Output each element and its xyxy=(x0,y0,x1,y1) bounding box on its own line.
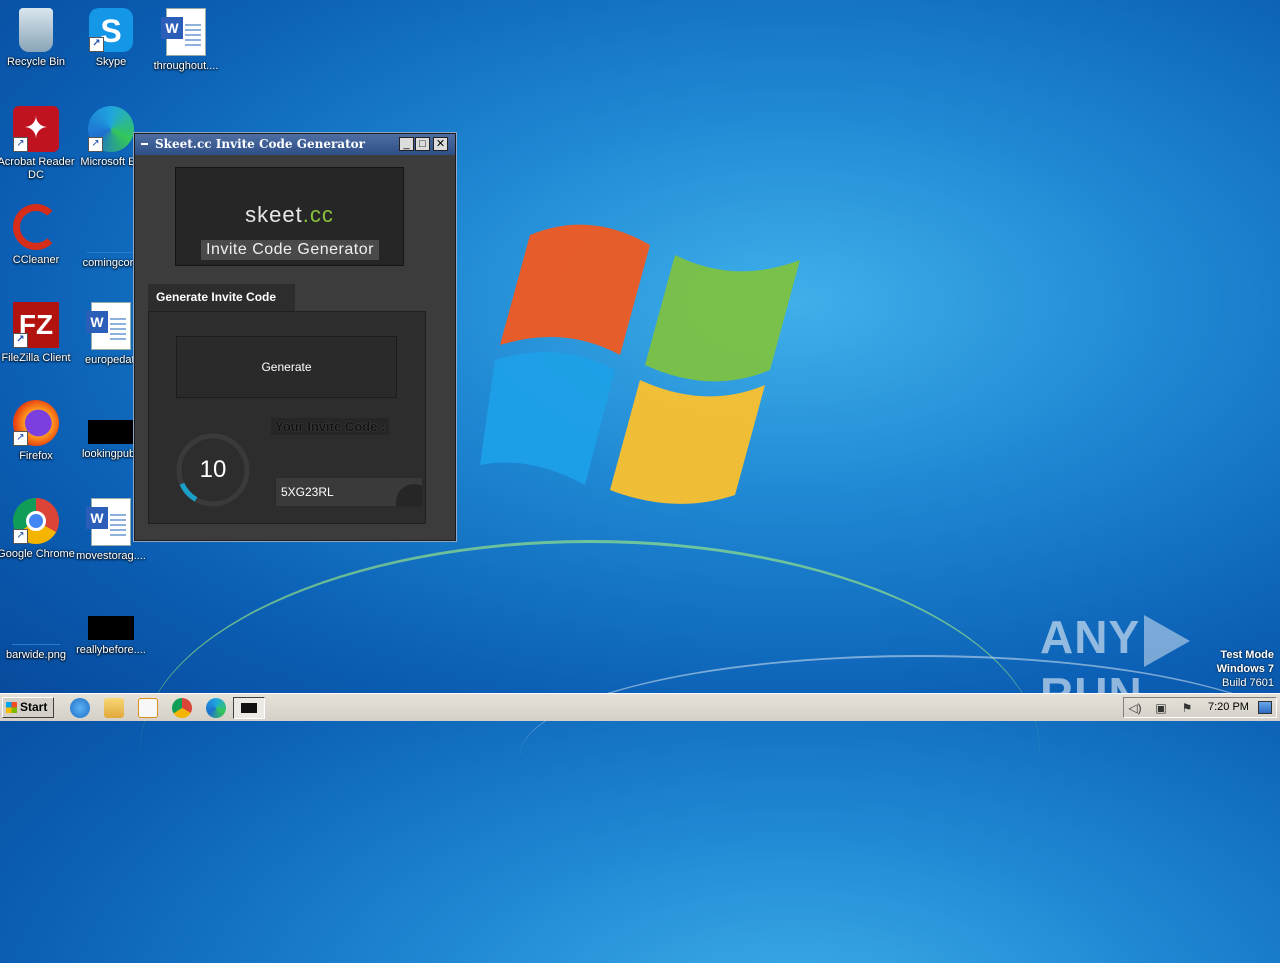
generate-button[interactable]: Generate xyxy=(176,336,397,398)
play-icon xyxy=(1144,614,1191,667)
desktop-icon-label: Recycle Bin xyxy=(6,56,66,68)
generate-panel: Generate Your Invite Code : 10 5XG23RL xyxy=(148,311,426,524)
chrome-icon[interactable] xyxy=(172,698,192,718)
internet-explorer-icon[interactable] xyxy=(70,698,90,718)
desktop-icon-word-doc-1[interactable]: W throughout.... xyxy=(147,8,225,73)
desktop-icon-firefox[interactable]: ↗ Firefox xyxy=(0,400,75,463)
image-file-icon xyxy=(12,640,60,645)
test-mode-line2: Windows 7 xyxy=(1216,663,1274,675)
desktop-icon-label: movestorag.... xyxy=(76,550,146,562)
shortcut-arrow-icon: ↗ xyxy=(13,333,28,348)
firefox-icon: ↗ xyxy=(13,400,59,446)
desktop-icon-chrome[interactable]: ↗ Google Chrome xyxy=(0,498,75,561)
shortcut-arrow-icon: ↗ xyxy=(89,37,104,52)
chrome-icon: ↗ xyxy=(13,498,59,544)
invite-code-label: Your Invite Code : xyxy=(271,418,390,435)
test-mode-line1: Test Mode xyxy=(1220,649,1274,661)
folder-icon[interactable] xyxy=(104,698,124,718)
volume-icon[interactable]: ◁) xyxy=(1128,701,1142,715)
desktop-icon-skype[interactable]: S ↗ Skype xyxy=(72,8,150,69)
word-document-icon: W xyxy=(161,8,206,56)
invite-code-field[interactable]: 5XG23RL xyxy=(275,477,423,507)
test-mode-notice: Test Mode Windows 7 Build 7601 xyxy=(1217,648,1274,690)
logo-wordmark: skeet.cc xyxy=(176,202,403,228)
logo-subtitle: Invite Code Generator xyxy=(201,240,379,260)
clock[interactable]: 7:20 PM xyxy=(1208,701,1249,713)
shortcut-arrow-icon: ↗ xyxy=(13,529,28,544)
system-menu-icon[interactable] xyxy=(141,143,148,145)
window-titlebar[interactable]: Skeet.cc Invite Code Generator _ □ ✕ xyxy=(135,134,455,155)
desktop-icon-label: CCleaner xyxy=(12,254,60,266)
desktop-icon-barwide[interactable]: barwide.png xyxy=(0,596,75,662)
desktop-icon-ccleaner[interactable]: CCleaner xyxy=(0,204,75,267)
acrobat-icon: ✦ ↗ xyxy=(13,106,59,152)
start-label: Start xyxy=(20,700,48,714)
test-mode-line3: Build 7601 xyxy=(1222,677,1274,689)
skype-icon: S ↗ xyxy=(89,8,133,52)
desktop-icon-label: Skype xyxy=(95,56,127,68)
field-corner-decoration xyxy=(396,484,422,506)
desktop-icon-acrobat[interactable]: ✦ ↗ Acrobat Reader DC xyxy=(0,106,75,182)
show-desktop-icon[interactable] xyxy=(1258,701,1272,714)
close-button[interactable]: ✕ xyxy=(433,137,448,151)
filezilla-icon: FZ ↗ xyxy=(13,302,59,348)
desktop-icon-label: barwide.png xyxy=(6,649,66,661)
desktop-icon-label: Firefox xyxy=(19,450,53,462)
black-file-icon xyxy=(88,616,134,640)
console-window-icon[interactable] xyxy=(233,697,265,719)
taskbar: Start ◁) ▣ ⚑ 7:20 PM xyxy=(0,693,1280,721)
word-document-icon: W xyxy=(86,498,131,546)
start-button[interactable]: Start xyxy=(2,697,54,718)
tab-generate-invite-code[interactable]: Generate Invite Code xyxy=(148,284,295,311)
file-icon xyxy=(87,248,135,253)
logo-banner: skeet.cc Invite Code Generator xyxy=(175,167,404,266)
watermark-text-left: ANY xyxy=(1040,611,1141,663)
shortcut-arrow-icon: ↗ xyxy=(88,137,103,152)
windows-flag-icon xyxy=(6,702,17,713)
desktop-icon-recycle-bin[interactable]: Recycle Bin xyxy=(0,8,75,69)
black-file-icon xyxy=(88,420,134,444)
edge-icon[interactable] xyxy=(206,698,226,718)
desktop-icon-label: throughout.... xyxy=(153,60,219,72)
word-document-icon: W xyxy=(86,302,131,350)
recycle-bin-icon xyxy=(19,8,53,52)
desktop-icon-filezilla[interactable]: FZ ↗ FileZilla Client xyxy=(0,302,75,365)
ccleaner-icon xyxy=(13,204,59,250)
gauge-value: 10 xyxy=(199,456,227,483)
shortcut-arrow-icon: ↗ xyxy=(13,137,28,152)
desktop-icon-label: Google Chrome xyxy=(0,548,75,560)
logo-brand: skeet xyxy=(245,202,303,227)
system-tray: ◁) ▣ ⚑ 7:20 PM xyxy=(1123,697,1277,718)
network-icon[interactable]: ▣ xyxy=(1154,701,1168,715)
desktop-icon-label: FileZilla Client xyxy=(1,352,71,364)
window-title: Skeet.cc Invite Code Generator xyxy=(155,137,365,151)
minimize-button[interactable]: _ xyxy=(399,137,414,151)
desktop-icon-reallybefore[interactable]: reallybefore.... xyxy=(72,596,150,657)
desktop-icon-label: reallybefore.... xyxy=(76,644,146,656)
logo-tld: .cc xyxy=(302,202,334,227)
desktop-icon-label: Acrobat Reader DC xyxy=(0,156,75,181)
invite-code-value: 5XG23RL xyxy=(281,485,334,499)
media-player-icon[interactable] xyxy=(138,698,158,718)
maximize-button[interactable]: □ xyxy=(415,137,430,151)
progress-gauge: 10 xyxy=(175,432,255,512)
windows-logo-wallpaper xyxy=(480,224,800,504)
shortcut-arrow-icon: ↗ xyxy=(13,431,28,446)
invite-generator-window[interactable]: Skeet.cc Invite Code Generator _ □ ✕ ske… xyxy=(134,133,456,541)
action-center-flag-icon[interactable]: ⚑ xyxy=(1180,701,1194,715)
edge-icon: ↗ xyxy=(88,106,134,152)
